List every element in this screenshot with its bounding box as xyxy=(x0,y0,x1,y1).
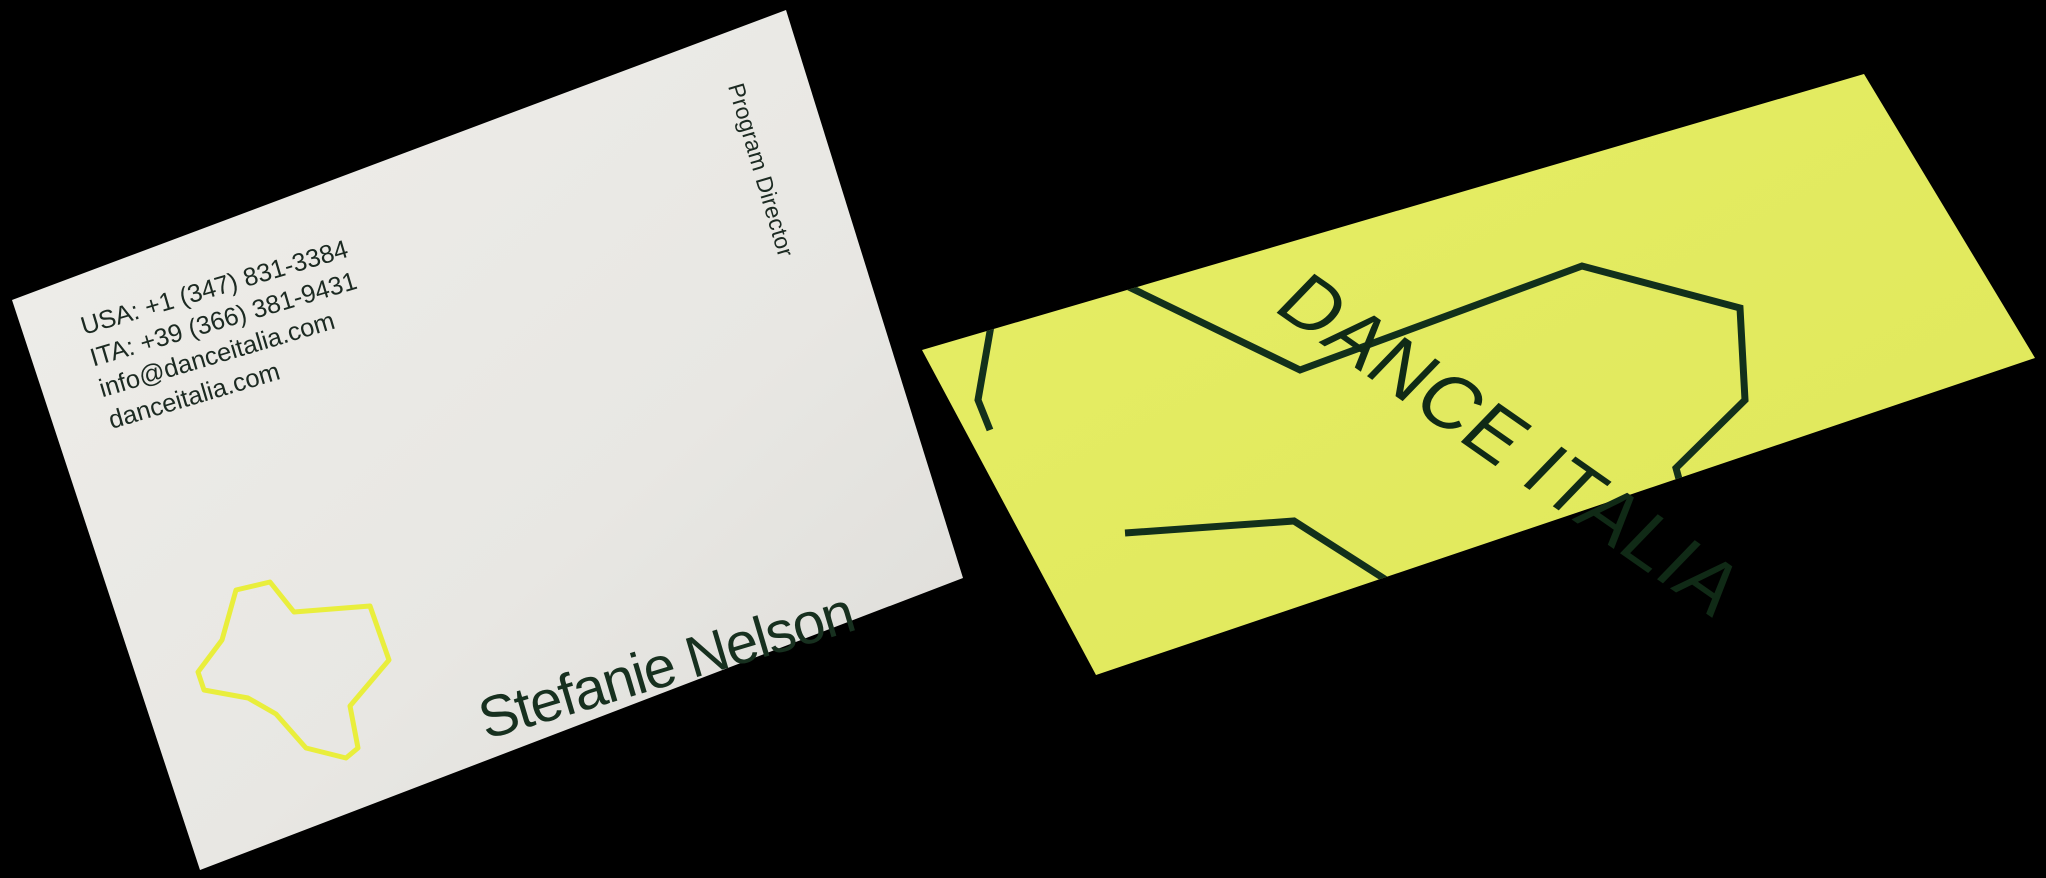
cards-artwork xyxy=(12,10,2035,870)
mockup-scene: USA: +1 (347) 831-3384 ITA: +39 (366) 38… xyxy=(0,0,2046,878)
